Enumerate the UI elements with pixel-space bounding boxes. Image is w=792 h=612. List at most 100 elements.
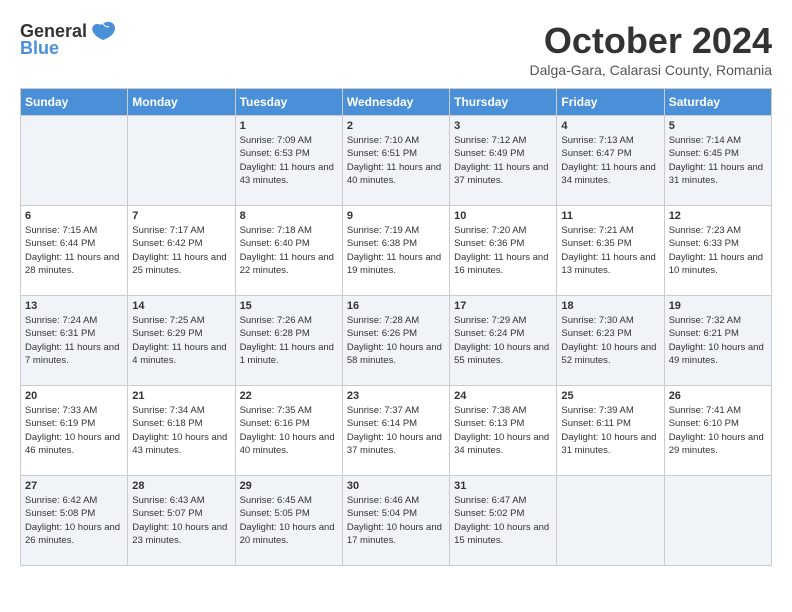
calendar-cell: 23Sunrise: 7:37 AM Sunset: 6:14 PM Dayli… bbox=[342, 386, 449, 476]
calendar-cell: 17 Sunrise: 7:29 AM Sunset: 6:24 PM Dayli… bbox=[450, 296, 557, 386]
day-number: 14 bbox=[132, 300, 230, 312]
logo-bird-icon bbox=[89, 20, 117, 42]
day-info: Sunrise: 7:19 AM Sunset: 6:38 PM Dayligh… bbox=[347, 224, 445, 277]
day-info: Sunrise: 6:42 AM Sunset: 5:08 PM Dayligh… bbox=[25, 494, 123, 547]
calendar-cell: 21 Sunrise: 7:34 AM Sunset: 6:18 PM Dayli… bbox=[128, 386, 235, 476]
day-number: 9 bbox=[347, 210, 445, 222]
day-info: Sunrise: 7:12 AM Sunset: 6:49 PM Dayligh… bbox=[454, 134, 552, 187]
title-block: October 2024 Dalga-Gara, Calarasi County… bbox=[529, 20, 772, 78]
calendar-cell: 18 Sunrise: 7:30 AM Sunset: 6:23 PM Dayli… bbox=[557, 296, 664, 386]
day-number: 11 bbox=[561, 210, 659, 222]
calendar-cell: 16 Sunrise: 7:28 AM Sunset: 6:26 PM Dayli… bbox=[342, 296, 449, 386]
day-info: Sunrise: 7:29 AM Sunset: 6:24 PM Dayligh… bbox=[454, 314, 552, 367]
day-info: Sunrise: 7:39 AM Sunset: 6:11 PM Dayligh… bbox=[561, 404, 659, 457]
calendar-cell: 19 Sunrise: 7:32 AM Sunset: 6:21 PM Dayli… bbox=[664, 296, 771, 386]
day-number: 16 bbox=[347, 300, 445, 312]
day-info: Sunrise: 6:43 AM Sunset: 5:07 PM Dayligh… bbox=[132, 494, 230, 547]
day-info: Sunrise: 6:46 AM Sunset: 5:04 PM Dayligh… bbox=[347, 494, 445, 547]
day-info: Sunrise: 7:33 AM Sunset: 6:19 PM Dayligh… bbox=[25, 404, 123, 457]
day-info: Sunrise: 7:26 AM Sunset: 6:28 PM Dayligh… bbox=[240, 314, 338, 367]
day-number: 28 bbox=[132, 480, 230, 492]
day-info: Sunrise: 6:45 AM Sunset: 5:05 PM Dayligh… bbox=[240, 494, 338, 547]
day-number: 20 bbox=[25, 390, 123, 402]
calendar-cell: 2 Sunrise: 7:10 AM Sunset: 6:51 PM Daylig… bbox=[342, 116, 449, 206]
day-info: Sunrise: 7:30 AM Sunset: 6:23 PM Dayligh… bbox=[561, 314, 659, 367]
day-number: 13 bbox=[25, 300, 123, 312]
day-number: 21 bbox=[132, 390, 230, 402]
calendar-cell bbox=[557, 476, 664, 566]
day-number: 8 bbox=[240, 210, 338, 222]
header-tuesday: Tuesday bbox=[235, 89, 342, 116]
calendar-cell: 8 Sunrise: 7:18 AM Sunset: 6:40 PM Daylig… bbox=[235, 206, 342, 296]
logo-blue: Blue bbox=[20, 38, 59, 59]
day-info: Sunrise: 7:41 AM Sunset: 6:10 PM Dayligh… bbox=[669, 404, 767, 457]
day-number: 15 bbox=[240, 300, 338, 312]
day-info: Sunrise: 7:24 AM Sunset: 6:31 PM Dayligh… bbox=[25, 314, 123, 367]
day-number: 5 bbox=[669, 120, 767, 132]
calendar-cell: 4 Sunrise: 7:13 AM Sunset: 6:47 PM Daylig… bbox=[557, 116, 664, 206]
day-number: 19 bbox=[669, 300, 767, 312]
day-info: Sunrise: 7:23 AM Sunset: 6:33 PM Dayligh… bbox=[669, 224, 767, 277]
calendar-cell: 24Sunrise: 7:38 AM Sunset: 6:13 PM Dayli… bbox=[450, 386, 557, 476]
calendar-cell: 11 Sunrise: 7:21 AM Sunset: 6:35 PM Dayli… bbox=[557, 206, 664, 296]
day-info: Sunrise: 6:47 AM Sunset: 5:02 PM Dayligh… bbox=[454, 494, 552, 547]
day-info: Sunrise: 7:25 AM Sunset: 6:29 PM Dayligh… bbox=[132, 314, 230, 367]
day-info: Sunrise: 7:14 AM Sunset: 6:45 PM Dayligh… bbox=[669, 134, 767, 187]
week-row-4: 20 Sunrise: 7:33 AM Sunset: 6:19 PM Dayli… bbox=[21, 386, 772, 476]
calendar-cell: 13 Sunrise: 7:24 AM Sunset: 6:31 PM Dayli… bbox=[21, 296, 128, 386]
calendar-cell: 28 Sunrise: 6:43 AM Sunset: 5:07 PM Dayli… bbox=[128, 476, 235, 566]
day-number: 12 bbox=[669, 210, 767, 222]
header-saturday: Saturday bbox=[664, 89, 771, 116]
day-info: Sunrise: 7:20 AM Sunset: 6:36 PM Dayligh… bbox=[454, 224, 552, 277]
day-number: 7 bbox=[132, 210, 230, 222]
calendar-cell: 25 Sunrise: 7:39 AM Sunset: 6:11 PM Dayli… bbox=[557, 386, 664, 476]
day-info: Sunrise: 7:35 AM Sunset: 6:16 PM Dayligh… bbox=[240, 404, 338, 457]
day-number: 3 bbox=[454, 120, 552, 132]
calendar-table: SundayMondayTuesdayWednesdayThursdayFrid… bbox=[20, 88, 772, 566]
header-thursday: Thursday bbox=[450, 89, 557, 116]
header-friday: Friday bbox=[557, 89, 664, 116]
day-number: 17 bbox=[454, 300, 552, 312]
day-number: 10 bbox=[454, 210, 552, 222]
day-number: 18 bbox=[561, 300, 659, 312]
header-monday: Monday bbox=[128, 89, 235, 116]
day-number: 2 bbox=[347, 120, 445, 132]
day-number: 4 bbox=[561, 120, 659, 132]
header-wednesday: Wednesday bbox=[342, 89, 449, 116]
day-info: Sunrise: 7:17 AM Sunset: 6:42 PM Dayligh… bbox=[132, 224, 230, 277]
day-number: 29 bbox=[240, 480, 338, 492]
day-info: Sunrise: 7:34 AM Sunset: 6:18 PM Dayligh… bbox=[132, 404, 230, 457]
calendar-cell: 30 Sunrise: 6:46 AM Sunset: 5:04 PM Dayli… bbox=[342, 476, 449, 566]
calendar-cell: 15 Sunrise: 7:26 AM Sunset: 6:28 PM Dayli… bbox=[235, 296, 342, 386]
week-row-3: 13 Sunrise: 7:24 AM Sunset: 6:31 PM Dayli… bbox=[21, 296, 772, 386]
day-number: 25 bbox=[561, 390, 659, 402]
location-subtitle: Dalga-Gara, Calarasi County, Romania bbox=[529, 62, 772, 78]
calendar-header-row: SundayMondayTuesdayWednesdayThursdayFrid… bbox=[21, 89, 772, 116]
calendar-cell: 22Sunrise: 7:35 AM Sunset: 6:16 PM Dayli… bbox=[235, 386, 342, 476]
week-row-5: 27Sunrise: 6:42 AM Sunset: 5:08 PM Dayli… bbox=[21, 476, 772, 566]
calendar-cell: 20 Sunrise: 7:33 AM Sunset: 6:19 PM Dayli… bbox=[21, 386, 128, 476]
day-info: Sunrise: 7:18 AM Sunset: 6:40 PM Dayligh… bbox=[240, 224, 338, 277]
calendar-cell bbox=[664, 476, 771, 566]
calendar-cell: 9 Sunrise: 7:19 AM Sunset: 6:38 PM Daylig… bbox=[342, 206, 449, 296]
calendar-cell: 12 Sunrise: 7:23 AM Sunset: 6:33 PM Dayli… bbox=[664, 206, 771, 296]
day-info: Sunrise: 7:10 AM Sunset: 6:51 PM Dayligh… bbox=[347, 134, 445, 187]
day-number: 24 bbox=[454, 390, 552, 402]
day-number: 30 bbox=[347, 480, 445, 492]
day-info: Sunrise: 7:13 AM Sunset: 6:47 PM Dayligh… bbox=[561, 134, 659, 187]
calendar-cell: 29 Sunrise: 6:45 AM Sunset: 5:05 PM Dayli… bbox=[235, 476, 342, 566]
calendar-cell: 3 Sunrise: 7:12 AM Sunset: 6:49 PM Daylig… bbox=[450, 116, 557, 206]
calendar-cell bbox=[21, 116, 128, 206]
day-number: 31 bbox=[454, 480, 552, 492]
week-row-1: 1Sunrise: 7:09 AM Sunset: 6:53 PM Daylig… bbox=[21, 116, 772, 206]
day-number: 23 bbox=[347, 390, 445, 402]
calendar-cell: 7 Sunrise: 7:17 AM Sunset: 6:42 PM Daylig… bbox=[128, 206, 235, 296]
day-info: Sunrise: 7:32 AM Sunset: 6:21 PM Dayligh… bbox=[669, 314, 767, 367]
day-info: Sunrise: 7:21 AM Sunset: 6:35 PM Dayligh… bbox=[561, 224, 659, 277]
page-header: General Blue October 2024 Dalga-Gara, Ca… bbox=[20, 20, 772, 78]
calendar-cell: 31 Sunrise: 6:47 AM Sunset: 5:02 PM Dayli… bbox=[450, 476, 557, 566]
calendar-cell: 6Sunrise: 7:15 AM Sunset: 6:44 PM Daylig… bbox=[21, 206, 128, 296]
day-number: 6 bbox=[25, 210, 123, 222]
day-info: Sunrise: 7:28 AM Sunset: 6:26 PM Dayligh… bbox=[347, 314, 445, 367]
header-sunday: Sunday bbox=[21, 89, 128, 116]
